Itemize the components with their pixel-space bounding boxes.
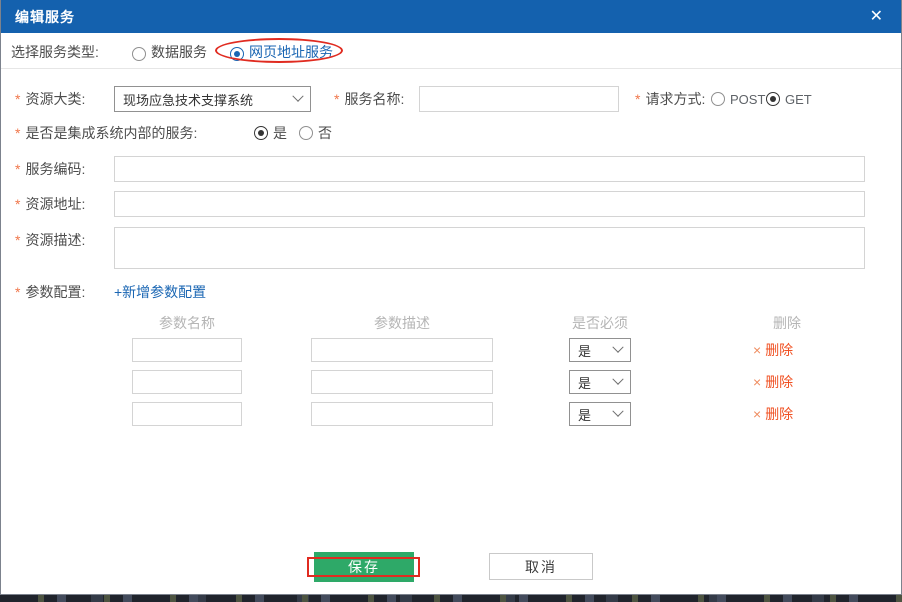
dialog-title: 编辑服务: [15, 7, 75, 27]
service-type-label: 选择服务类型:: [11, 40, 99, 64]
resource-category-select[interactable]: 现场应急技术支撑系统: [114, 86, 311, 112]
param-name-input[interactable]: [132, 402, 242, 426]
resource-description-textarea[interactable]: [114, 227, 865, 269]
param-name-header: 参数名称: [132, 313, 242, 333]
resource-category-label: *资源大类:: [15, 86, 85, 113]
service-name-input[interactable]: [419, 86, 619, 112]
delete-param-link[interactable]: ×删除: [753, 370, 793, 394]
chevron-down-icon: [612, 374, 623, 385]
radio-data-service-label[interactable]: 数据服务: [151, 40, 207, 64]
radio-unchecked-icon: [711, 92, 725, 106]
delete-param-link[interactable]: ×删除: [753, 402, 793, 426]
radio-internal-no[interactable]: 否: [299, 120, 332, 146]
radio-unchecked-icon: [299, 126, 313, 140]
request-method-label: *请求方式:: [635, 86, 705, 113]
delete-x-icon: ×: [753, 406, 761, 422]
resource-category-value: 现场应急技术支撑系统: [123, 90, 253, 109]
cancel-button[interactable]: 取消: [489, 553, 593, 580]
param-description-header: 参数描述: [311, 313, 493, 333]
required-marker: *: [15, 284, 20, 300]
radio-checked-icon: [254, 126, 268, 140]
radio-data-service[interactable]: [132, 45, 146, 63]
radio-checked-icon: [766, 92, 780, 106]
radio-internal-no-label: 否: [318, 123, 332, 143]
required-marker: *: [15, 125, 20, 141]
param-required-value: 是: [578, 405, 591, 424]
resource-address-input[interactable]: [114, 191, 865, 217]
param-required-select[interactable]: 是: [569, 402, 631, 426]
param-description-input[interactable]: [311, 370, 493, 394]
background-page-strip: [0, 595, 902, 602]
delete-x-icon: ×: [753, 374, 761, 390]
chevron-down-icon: [612, 342, 623, 353]
save-button[interactable]: 保存: [314, 552, 414, 582]
delete-param-link[interactable]: ×删除: [753, 338, 793, 362]
param-name-input[interactable]: [132, 370, 242, 394]
edit-service-dialog: 编辑服务 ✕ 选择服务类型: 数据服务 网页地址服务 *资源大类: 现场应急技术…: [0, 0, 902, 595]
resource-description-label: *资源描述:: [15, 227, 85, 254]
background-page-noise: [0, 595, 902, 602]
required-marker: *: [15, 91, 20, 107]
service-code-input[interactable]: [114, 156, 865, 182]
param-name-input[interactable]: [132, 338, 242, 362]
required-marker: *: [635, 91, 640, 107]
radio-get-label: GET: [785, 92, 812, 107]
radio-unchecked-icon: [132, 47, 146, 61]
add-param-link[interactable]: +新增参数配置: [114, 280, 206, 304]
resource-address-label: *资源地址:: [15, 191, 85, 218]
param-required-value: 是: [578, 341, 591, 360]
radio-get[interactable]: GET: [766, 86, 812, 112]
param-config-label: *参数配置:: [15, 280, 85, 305]
dialog-titlebar: 编辑服务 ✕: [1, 0, 901, 33]
radio-webpage-service-label[interactable]: 网页地址服务: [249, 40, 333, 64]
chevron-down-icon: [292, 91, 303, 102]
service-code-label: *服务编码:: [15, 156, 85, 183]
required-marker: *: [334, 91, 339, 107]
param-delete-header: 删除: [751, 313, 823, 333]
delete-x-icon: ×: [753, 342, 761, 358]
param-description-input[interactable]: [311, 338, 493, 362]
param-required-select[interactable]: 是: [569, 338, 631, 362]
radio-internal-yes[interactable]: 是: [254, 120, 287, 146]
service-name-label: *服务名称:: [334, 86, 404, 113]
required-marker: *: [15, 232, 20, 248]
divider: [1, 68, 901, 69]
required-marker: *: [15, 161, 20, 177]
radio-webpage-service[interactable]: [230, 45, 244, 63]
radio-post-label: POST: [730, 92, 765, 107]
required-marker: *: [15, 196, 20, 212]
internal-service-label: *是否是集成系统内部的服务:: [15, 120, 197, 147]
param-description-input[interactable]: [311, 402, 493, 426]
param-required-value: 是: [578, 373, 591, 392]
chevron-down-icon: [612, 406, 623, 417]
radio-post[interactable]: POST: [711, 86, 765, 112]
close-icon[interactable]: ✕: [866, 7, 887, 27]
radio-internal-yes-label: 是: [273, 123, 287, 143]
param-required-header: 是否必须: [561, 313, 639, 333]
radio-checked-icon: [230, 47, 244, 61]
service-type-row: 选择服务类型: 数据服务 网页地址服务: [1, 40, 901, 64]
param-required-select[interactable]: 是: [569, 370, 631, 394]
